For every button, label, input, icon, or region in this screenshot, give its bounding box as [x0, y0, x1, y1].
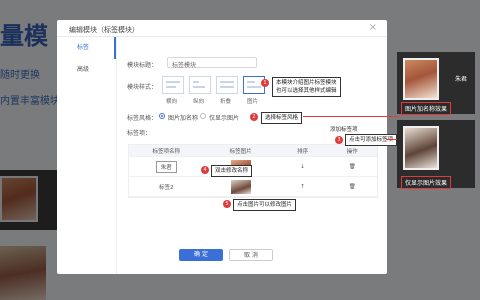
annotation-dot-5: 5 [223, 200, 231, 208]
sort-down-icon[interactable]: ↓ [278, 164, 328, 170]
tip-tag-style: 选择标签风格 [261, 112, 303, 124]
table-header: 标签项名称 标签图片 排序 操作 [129, 145, 377, 157]
style-caption-horizontal: 横向 [166, 99, 178, 105]
modal-header: 编辑模块（标签模块） × [57, 20, 387, 37]
tab-advanced[interactable]: 高级 [57, 59, 116, 81]
table-row: 标签2 ↑ 🗑 [129, 177, 377, 197]
radio-image-with-name[interactable] [159, 113, 165, 119]
module-style-label: 模块样式： [127, 84, 158, 91]
header-sort: 排序 [297, 148, 309, 155]
preview-name: 朱君 [455, 76, 468, 83]
header-name: 标签项名称 [152, 148, 180, 155]
style-option-vertical[interactable] [189, 76, 211, 94]
tab-tags[interactable]: 标签 [57, 37, 116, 59]
radio-image-only-label: 仅显示图片 [209, 115, 240, 122]
tip-module-style-line2: 也可以选择其他样式编辑 [276, 88, 337, 94]
arrow-to-preview-1 [303, 116, 399, 117]
modal-title: 编辑模块（标签模块） [69, 26, 139, 34]
module-title-input[interactable]: 标签模块 [167, 57, 257, 69]
modal-sidebar: 标签 高级 [57, 37, 117, 274]
preview-caption-2: 仅显示图片效果 [401, 176, 452, 189]
tip-module-style: 本模块介绍图片标签模块 也可以选择其他样式编辑 [272, 77, 341, 97]
close-icon[interactable]: × [369, 22, 377, 33]
table-row: 朱君 ↓ 🗑 [129, 157, 377, 177]
tag-style-label: 标签风格： [127, 115, 158, 122]
tag-name-field[interactable]: 标签2 [129, 183, 203, 191]
sort-up-icon[interactable]: ↑ [278, 184, 328, 190]
annotation-dot-3: 3 [335, 136, 343, 144]
module-title-label: 模块标题： [127, 62, 158, 69]
tip-rename: 双击修改名称 [211, 165, 253, 177]
add-tag-link[interactable]: 添加标签项 [330, 125, 358, 133]
tip-change-image: 点击图片可以修改图片 [233, 199, 297, 211]
header-action: 操作 [346, 148, 358, 155]
preview-card-image-with-name: 朱君 图片加名称效果 [397, 52, 475, 115]
style-caption-collapse: 折叠 [220, 99, 232, 105]
style-option-horizontal[interactable] [162, 76, 184, 94]
preview-photo [403, 58, 439, 100]
annotation-dot-2: 2 [250, 113, 258, 121]
style-caption-vertical: 纵向 [193, 99, 205, 105]
confirm-button[interactable]: 确 定 [179, 249, 223, 261]
cancel-button[interactable]: 取 消 [229, 249, 273, 261]
preview-photo-2 [403, 126, 439, 170]
header-image: 标签图片 [229, 148, 252, 155]
delete-icon[interactable]: 🗑 [327, 164, 377, 170]
annotation-dot-4: 4 [201, 166, 209, 174]
delete-icon[interactable]: 🗑 [327, 184, 377, 190]
tip-module-style-line1: 本模块介绍图片标签模块 [276, 80, 337, 86]
annotation-dot-1: 1 [261, 79, 269, 87]
radio-image-only[interactable] [200, 113, 206, 119]
edit-module-modal: 编辑模块（标签模块） × 标签 高级 模块标题： 标签模块 模块样式： 横向 纵… [57, 20, 387, 274]
preview-caption-1: 图片加名称效果 [401, 102, 452, 115]
style-caption-image: 图片 [247, 99, 259, 105]
tag-table: 标签项名称 标签图片 排序 操作 朱君 ↓ 🗑 标签2 ↑ 🗑 [128, 144, 378, 198]
style-option-collapse[interactable] [216, 76, 238, 94]
preview-card-image-only: 仅显示图片效果 [397, 120, 475, 189]
tag-image-thumb[interactable] [230, 179, 251, 194]
tag-name-field[interactable]: 朱君 [155, 160, 177, 173]
tip-add-tag: 点击可添加标签项 [345, 134, 398, 146]
tag-items-label: 标签项： [127, 130, 152, 137]
radio-image-with-name-label: 图片加名称 [168, 115, 199, 122]
